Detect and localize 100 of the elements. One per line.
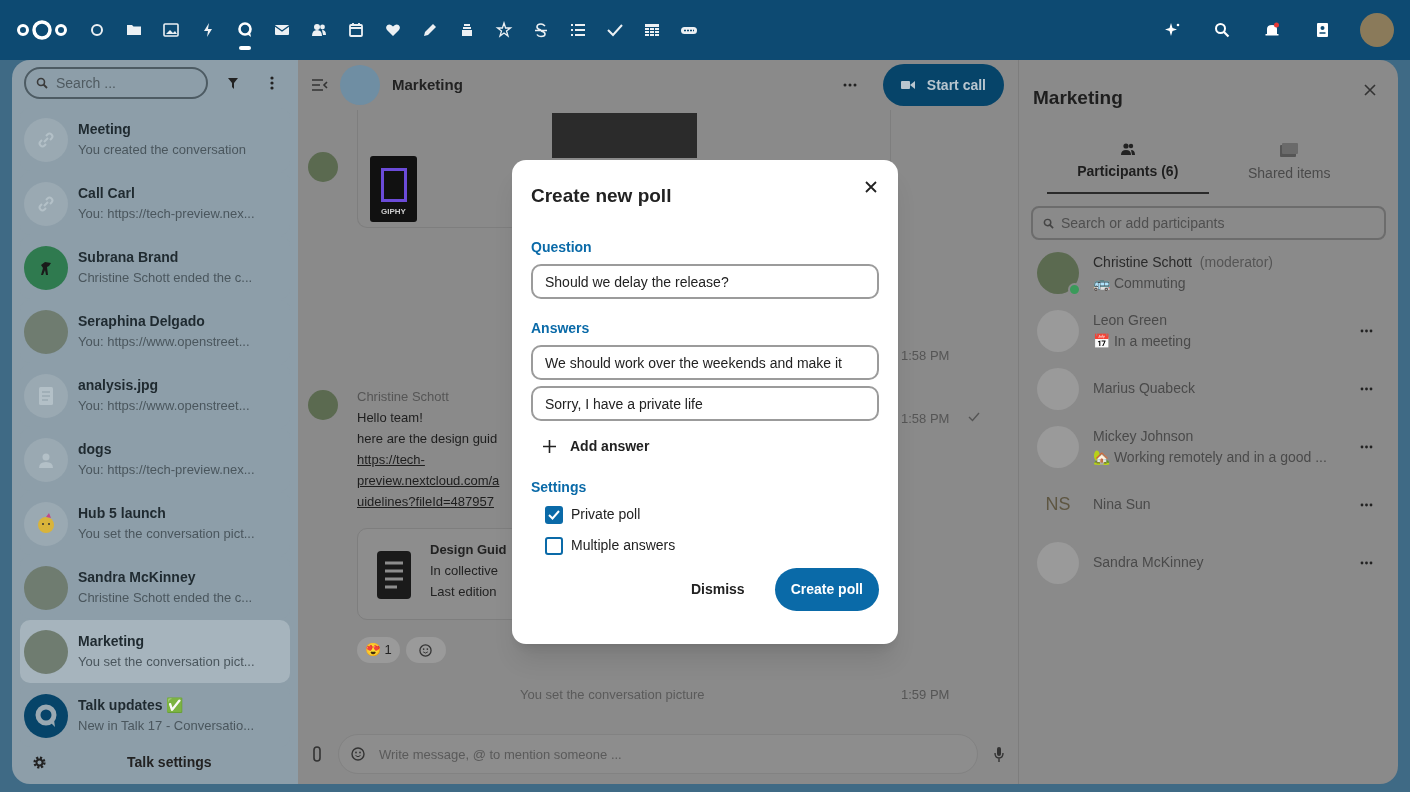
conversation-name: Subrana Brand <box>78 248 180 268</box>
add-answer-button[interactable]: Add answer <box>543 429 650 463</box>
calendar-icon[interactable] <box>346 21 365 39</box>
search-icon[interactable] <box>1213 21 1231 39</box>
participant-name: Mickey Johnson <box>1093 426 1194 446</box>
section-label: Question <box>531 238 593 257</box>
conversation-item[interactable]: Marketing You set the conversation pict... <box>20 620 290 683</box>
filter-icon <box>228 77 238 89</box>
search-icon <box>1043 217 1054 229</box>
add-reaction-button[interactable] <box>405 637 446 663</box>
participant-name: Leon Green <box>1093 310 1167 330</box>
talk-settings-button[interactable]: Talk settings <box>127 751 212 773</box>
more-icon <box>1359 444 1373 449</box>
avatar-photo <box>24 565 68 610</box>
emoji-icon <box>419 643 433 657</box>
participant-name: Christine Schott <box>1093 252 1192 272</box>
more-icon <box>1359 328 1373 333</box>
message-link[interactable]: uidelines?fileId=487957 <box>357 491 500 512</box>
panel-title: Marketing <box>1033 86 1123 110</box>
conversation-name: analysis.jpg <box>78 376 160 396</box>
conversation-preview: You set the conversation pict... <box>78 525 255 544</box>
create-poll-button[interactable]: Create poll <box>774 568 879 611</box>
conversation-name: Marketing <box>78 632 146 652</box>
dialog-title: Create new poll <box>531 184 672 208</box>
plus-icon <box>543 439 556 453</box>
avatar <box>308 390 338 420</box>
conversation-avatar <box>340 65 380 105</box>
participant-status: 🚌 Commuting <box>1093 273 1187 293</box>
emoji-icon[interactable] <box>351 747 365 761</box>
conversation-name: Hub 5 launch <box>78 504 167 524</box>
conversation-name: Call Carl <box>78 184 136 204</box>
microphone-icon[interactable] <box>994 746 1004 762</box>
conversation-preview: You created the conversation <box>78 141 246 160</box>
video-camera-icon <box>900 80 915 90</box>
list-icon[interactable] <box>568 21 587 39</box>
message-text: Hello team! <box>357 409 424 427</box>
avatar-initials: NS <box>1044 493 1072 516</box>
folder-icon <box>1280 142 1299 157</box>
table-icon[interactable] <box>642 21 661 39</box>
conversation-preview: Christine Schott ended the c... <box>78 589 253 608</box>
search-field[interactable]: Search ... <box>24 67 208 99</box>
checkbox-label: Private poll <box>571 505 641 524</box>
search-field[interactable]: Search or add participants <box>1031 205 1386 240</box>
participant-name: Nina Sun <box>1093 495 1151 514</box>
start-call-button[interactable]: Start call <box>882 64 1004 106</box>
notification-bell-icon[interactable] <box>1263 21 1281 39</box>
link-icon <box>37 194 55 213</box>
conversation-name: Seraphina Delgado <box>78 312 206 332</box>
avatar-photo <box>24 629 68 674</box>
file-title: Design Guid <box>430 541 507 559</box>
image-icon[interactable] <box>161 21 180 39</box>
link-icon <box>37 130 55 149</box>
close-icon <box>865 181 877 193</box>
message-link[interactable]: https://tech- <box>357 449 500 470</box>
conversation-preview: You: https://www.openstreet... <box>78 333 250 352</box>
conversation-preview: You: https://tech-preview.nex... <box>78 461 255 480</box>
logo-icon <box>16 19 68 41</box>
settings-icon <box>32 754 47 770</box>
document-icon <box>377 551 411 599</box>
people-icon <box>1119 142 1136 155</box>
more-icon <box>842 83 857 87</box>
message-link[interactable]: preview.nextcloud.com/a <box>357 470 500 491</box>
participant-status: 🏡 Working remotely and in a good ... <box>1093 447 1328 467</box>
gif-label: GIPHY <box>381 206 406 218</box>
attachment-icon[interactable] <box>312 746 322 762</box>
conversation-preview: You: https://www.openstreet... <box>78 397 250 416</box>
chat-bubble-icon[interactable] <box>235 21 254 39</box>
search-icon <box>36 77 48 89</box>
section-label: Settings <box>531 478 588 497</box>
more-icon <box>1359 502 1373 507</box>
conversation-name: Sandra McKinney <box>78 568 197 588</box>
conversation-name: Talk updates ✅ <box>78 696 185 716</box>
sent-check-icon <box>968 412 980 422</box>
answer-field[interactable]: Sorry, I have a private life <box>531 386 879 421</box>
conversation-preview: New in Talk 17 - Conversatio... <box>78 717 255 736</box>
dismiss-button[interactable]: Dismiss <box>678 568 757 611</box>
section-label: Answers <box>531 319 591 338</box>
more-icon <box>1359 386 1373 391</box>
avatar-photo <box>24 309 68 354</box>
star-icon[interactable] <box>494 21 513 39</box>
checkbox-label: Multiple answers <box>571 536 676 555</box>
file-info: In collective <box>430 562 499 580</box>
answer-field[interactable]: We should work over the weekends and make it <box>531 345 879 380</box>
question-field[interactable]: Should we delay the release? <box>531 264 879 299</box>
message-text: here are the design guid <box>357 430 499 448</box>
party-face-icon <box>35 512 57 535</box>
conversation-name: dogs <box>78 440 113 460</box>
conversation-title: Marketing <box>392 74 463 95</box>
people-icon[interactable] <box>309 21 328 39</box>
conversation-name: Meeting <box>78 120 132 140</box>
document-icon <box>39 386 53 405</box>
checkbox[interactable] <box>545 536 563 555</box>
reaction-button[interactable]: 😍 1 <box>357 637 400 663</box>
more-icon <box>1359 560 1373 565</box>
file-info: Last edition <box>430 583 498 601</box>
checkbox[interactable] <box>545 505 563 524</box>
avatar <box>308 152 338 182</box>
tab[interactable]: Participants (6) <box>1047 142 1209 194</box>
sidebar-toggle-icon[interactable] <box>312 79 328 91</box>
participant-name: Marius Quabeck <box>1093 379 1195 398</box>
